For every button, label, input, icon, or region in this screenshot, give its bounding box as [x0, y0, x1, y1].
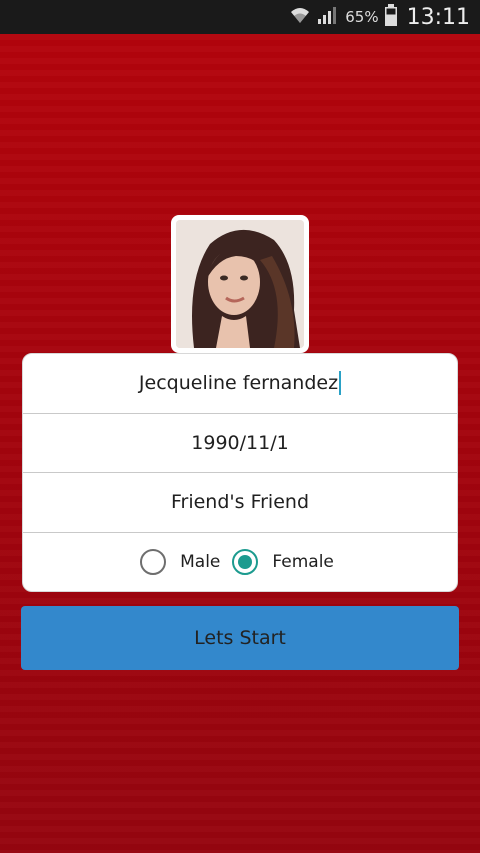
- radio-male-label[interactable]: Male: [180, 552, 220, 572]
- clock: 13:11: [406, 4, 470, 30]
- radio-female-label[interactable]: Female: [272, 552, 333, 572]
- status-bar: 65% 13:11: [0, 0, 480, 34]
- avatar[interactable]: [171, 215, 309, 353]
- birthdate-value[interactable]: 1990/11/1: [191, 432, 288, 454]
- profile-form: Jecqueline fernandez 1990/11/1 Friend's …: [22, 353, 458, 592]
- radio-selected-dot: [238, 555, 253, 570]
- relation-field[interactable]: Friend's Friend: [23, 473, 457, 533]
- wifi-icon: [289, 5, 311, 29]
- birthdate-field[interactable]: 1990/11/1: [23, 414, 457, 473]
- name-field[interactable]: Jecqueline fernandez: [23, 354, 457, 414]
- text-cursor: [339, 371, 342, 396]
- profile-photo: [176, 220, 304, 348]
- gender-selector: Male Female: [23, 533, 457, 592]
- radio-female[interactable]: [232, 549, 259, 576]
- relation-value[interactable]: Friend's Friend: [171, 491, 309, 513]
- signal-icon: [317, 5, 339, 29]
- name-value[interactable]: Jecqueline fernandez: [139, 372, 338, 394]
- battery-percent: 65%: [345, 8, 379, 26]
- battery-icon: [384, 4, 397, 30]
- lets-start-button[interactable]: Lets Start: [21, 606, 459, 670]
- radio-male[interactable]: [140, 549, 167, 576]
